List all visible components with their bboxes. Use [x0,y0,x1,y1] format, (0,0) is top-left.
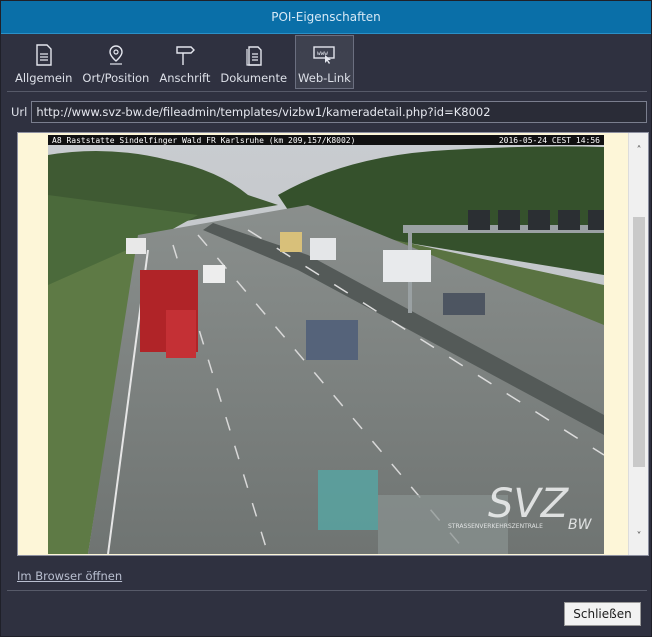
camera-caption: A8 Raststatte Sindelfinger Wald FR Karls… [52,136,355,145]
window-title: POI-Eigenschaften [271,10,381,24]
document-icon [33,43,55,67]
tab-label: Ort/Position [82,71,150,85]
tab-label: Anschrift [159,71,211,85]
title-bar: POI-Eigenschaften [1,1,651,34]
tab-label: Allgemein [15,71,73,85]
url-field[interactable]: http://www.svz-bw.de/fileadmin/templates… [31,101,647,123]
open-in-browser-link[interactable]: Im Browser öffnen [17,569,122,583]
url-value: http://www.svz-bw.de/fileadmin/templates… [36,105,491,119]
vertical-scrollbar[interactable]: ˄ ˅ [628,133,648,555]
svg-text:www: www [317,50,328,57]
svz-logo-subtitle: STRASSENVERKEHRSZENTRALE [448,523,543,530]
toolbar: Allgemein Ort/Position Anschrift Dokumen… [7,35,647,89]
scroll-up-icon[interactable]: ˄ [629,141,648,159]
poi-properties-window: POI-Eigenschaften Allgemein Ort/Position… [0,0,652,637]
tab-ort-position[interactable]: Ort/Position [80,35,151,89]
divider [7,91,647,92]
svz-logo-bw: BW [568,517,593,533]
traffic-camera-image: A8 Raststatte Sindelfinger Wald FR Karls… [48,135,604,554]
tab-web-link[interactable]: www Web-Link [295,35,354,89]
tab-dokumente[interactable]: Dokumente [218,35,289,89]
divider [7,590,647,591]
svz-logo-text: SVZ [488,481,570,527]
tab-anschrift[interactable]: Anschrift [157,35,212,89]
url-row: Url http://www.svz-bw.de/fileadmin/templ… [11,101,647,123]
scrollbar-thumb[interactable] [633,217,645,467]
signpost-icon [174,43,196,67]
web-view[interactable]: A8 Raststatte Sindelfinger Wald FR Karls… [17,132,649,556]
tab-label: Dokumente [220,71,288,85]
camera-timestamp: 2016-05-24 CEST 14:56 [499,136,600,145]
location-pin-icon [105,43,127,67]
web-link-icon: www [313,43,336,67]
scroll-down-icon[interactable]: ˅ [629,527,648,545]
close-button[interactable]: Schließen [564,602,641,626]
tab-allgemein[interactable]: Allgemein [13,35,74,89]
url-label: Url [11,105,28,119]
tab-label: Web-Link [298,71,351,85]
documents-icon [243,43,265,67]
